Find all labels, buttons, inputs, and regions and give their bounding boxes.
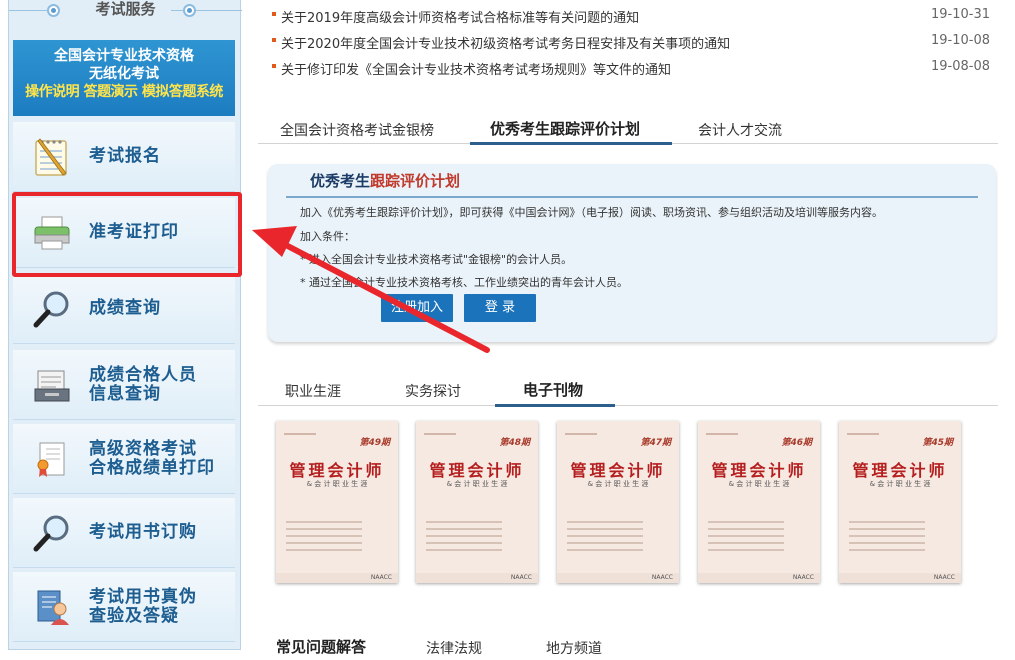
annotation-arrow-icon <box>252 226 490 353</box>
